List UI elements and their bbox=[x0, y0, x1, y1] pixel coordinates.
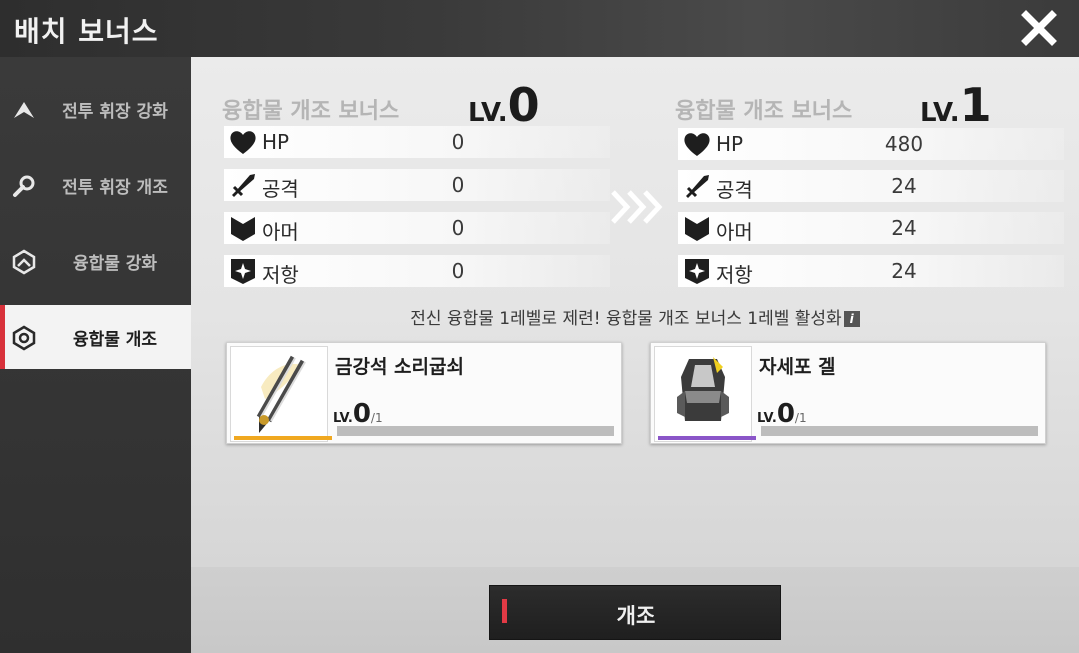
info-icon[interactable]: i bbox=[843, 311, 860, 327]
heart-icon bbox=[230, 131, 256, 154]
current-stat-row: HP 0 bbox=[224, 126, 610, 158]
modify-button-label: 개조 bbox=[616, 604, 656, 628]
sidebar-item-label: 전투 휘장 개조 bbox=[62, 177, 168, 198]
rarity-stripe bbox=[234, 436, 332, 440]
next-stat-row: 공격 24 bbox=[678, 170, 1064, 202]
close-button[interactable] bbox=[1021, 10, 1057, 46]
stat-value: 0 bbox=[451, 130, 465, 154]
sidebar-item-label: 융합물 강화 bbox=[72, 253, 158, 274]
next-stat-row: 아머 24 bbox=[678, 212, 1064, 244]
current-bonus-heading: 융합물 개조 보너스 bbox=[222, 99, 400, 124]
level-prefix: LV. bbox=[757, 411, 777, 426]
stat-value: 0 bbox=[451, 173, 465, 197]
next-stat-row: HP 480 bbox=[678, 128, 1064, 160]
notice-text: 전신 융합물 1레벨로 제련! 융합물 개조 보너스 1레벨 활성화 bbox=[410, 309, 842, 329]
item-level: LV.0/1 bbox=[333, 399, 383, 429]
stat-name: 아머 bbox=[716, 220, 753, 244]
stat-value: 0 bbox=[451, 259, 465, 283]
window-title: 배치 보너스 bbox=[14, 15, 159, 48]
item-card[interactable]: 자세포 겔 LV.0/1 bbox=[650, 342, 1046, 444]
stat-value: 24 bbox=[891, 174, 917, 198]
rank-up-icon bbox=[12, 249, 36, 275]
cell-gel-icon bbox=[677, 357, 729, 421]
item-level: LV.0/1 bbox=[757, 399, 807, 429]
level-progress-bar bbox=[761, 426, 1038, 436]
stat-value: 24 bbox=[891, 216, 917, 240]
stat-name: 공격 bbox=[716, 178, 753, 202]
level-max: /1 bbox=[370, 411, 383, 425]
level-prefix: LV. bbox=[333, 411, 353, 426]
stat-value: 0 bbox=[451, 216, 465, 240]
level-number: 0 bbox=[352, 399, 371, 429]
rarity-stripe bbox=[658, 436, 756, 440]
level-number: 0 bbox=[507, 78, 540, 132]
stat-value: 480 bbox=[884, 132, 924, 156]
heart-icon bbox=[684, 133, 710, 156]
item-card[interactable]: 금강석 소리굽쇠 LV.0/1 bbox=[226, 342, 622, 444]
sidebar-item-fusion-modify[interactable]: 융합물 개조 bbox=[0, 305, 191, 369]
level-number: 0 bbox=[776, 399, 795, 429]
next-stat-row: 저항 24 bbox=[678, 255, 1064, 287]
stat-name: 공격 bbox=[262, 177, 299, 201]
item-thumbnail bbox=[654, 346, 756, 442]
activation-notice: 전신 융합물 1레벨로 제련! 융합물 개조 보너스 1레벨 활성화 i bbox=[191, 304, 1079, 329]
current-level: LV.0 bbox=[468, 78, 540, 132]
title-bar: 배치 보너스 bbox=[0, 0, 1079, 57]
current-stat-row: 저항 0 bbox=[224, 255, 610, 287]
stat-name: 저항 bbox=[262, 263, 299, 287]
item-name: 자세포 겔 bbox=[759, 356, 836, 378]
sword-icon bbox=[686, 175, 709, 198]
modify-button[interactable]: 개조 bbox=[489, 585, 781, 640]
sidebar-item-fusion-enhance[interactable]: 융합물 강화 bbox=[0, 229, 191, 293]
level-max: /1 bbox=[794, 411, 807, 425]
chevrons-right-icon bbox=[611, 190, 663, 224]
stat-name: 아머 bbox=[262, 220, 299, 244]
sparkle-shield-icon bbox=[231, 259, 255, 284]
chevron-up-icon bbox=[14, 102, 34, 118]
stat-name: 저항 bbox=[716, 263, 753, 287]
level-number: 1 bbox=[959, 78, 992, 132]
item-thumbnail bbox=[230, 346, 332, 442]
stat-value: 24 bbox=[891, 259, 917, 283]
current-stat-row: 공격 0 bbox=[224, 169, 610, 201]
level-prefix: LV. bbox=[920, 98, 960, 128]
shield-icon bbox=[231, 217, 255, 241]
sidebar-item-badge-modify[interactable]: 전투 휘장 개조 bbox=[0, 153, 191, 217]
item-name: 금강석 소리굽쇠 bbox=[335, 356, 464, 378]
tuning-fork-icon bbox=[256, 355, 306, 433]
next-level: LV.1 bbox=[920, 78, 992, 132]
sword-icon bbox=[232, 174, 255, 197]
level-prefix: LV. bbox=[468, 98, 508, 128]
sidebar-item-label: 전투 휘장 강화 bbox=[62, 101, 168, 122]
sidebar-item-label: 융합물 개조 bbox=[72, 329, 158, 350]
sidebar: 전투 휘장 강화 전투 휘장 개조 융합물 강화 융합물 개조 bbox=[0, 57, 191, 653]
sparkle-shield-icon bbox=[685, 259, 709, 284]
sidebar-item-badge-enhance[interactable]: 전투 휘장 강화 bbox=[0, 77, 191, 141]
close-icon bbox=[1021, 10, 1057, 46]
stat-name: HP bbox=[262, 130, 290, 154]
shield-icon bbox=[685, 217, 709, 241]
next-bonus-heading: 융합물 개조 보너스 bbox=[675, 99, 853, 124]
level-progress-bar bbox=[337, 426, 614, 436]
current-stat-row: 아머 0 bbox=[224, 212, 610, 244]
wrench-icon bbox=[13, 175, 35, 197]
stat-name: HP bbox=[716, 132, 744, 156]
hexagon-shield-icon bbox=[12, 325, 36, 351]
